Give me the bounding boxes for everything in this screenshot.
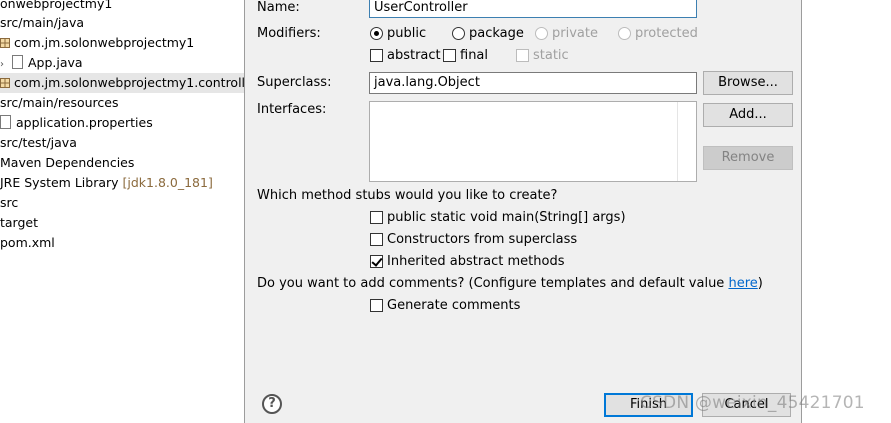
- tree-item-application-properties[interactable]: application.properties: [0, 113, 153, 133]
- tree-item-src[interactable]: src: [0, 193, 18, 213]
- chevron-right-icon[interactable]: ›: [0, 55, 10, 75]
- modifier-final-label: final: [460, 48, 489, 63]
- tree-item-label: JRE System Library: [0, 175, 123, 190]
- stub-constructors-checkbox[interactable]: [370, 233, 383, 246]
- modifier-public-radio[interactable]: [370, 27, 383, 40]
- configure-templates-link[interactable]: here: [728, 276, 757, 291]
- tree-item-target[interactable]: target: [0, 213, 38, 233]
- properties-file-icon: [0, 115, 11, 129]
- tree-item-app-java[interactable]: › App.java: [0, 53, 83, 73]
- project-explorer-tree: onwebprojectmy1 src/main/java com.jm.sol…: [0, 0, 244, 423]
- tree-item-package-root[interactable]: com.jm.solonwebprojectmy1: [0, 33, 194, 53]
- modifier-static-checkbox[interactable]: [516, 49, 529, 62]
- tree-item-label: com.jm.solonwebprojectmy1.controller: [14, 75, 244, 90]
- superclass-field[interactable]: java.lang.Object: [369, 72, 697, 94]
- tree-item-label: target: [0, 215, 39, 230]
- stub-main-label: public static void main(String[] args): [387, 210, 626, 225]
- stub-main-checkbox[interactable]: [370, 211, 383, 224]
- modifier-public-label: public: [387, 26, 427, 41]
- stub-constructors-label: Constructors from superclass: [387, 232, 578, 247]
- tree-item-label: src/main/java: [0, 15, 85, 30]
- package-icon: [0, 74, 10, 88]
- modifier-final-checkbox[interactable]: [443, 49, 456, 62]
- comments-question-text: Do you want to add comments? (Configure …: [257, 276, 729, 291]
- modifier-private-radio[interactable]: [535, 27, 548, 40]
- stub-inherited-abstract-label: Inherited abstract methods: [387, 254, 565, 269]
- tree-item-src-main-resources[interactable]: src/main/resources: [0, 93, 118, 113]
- tree-item-label: src/main/resources: [0, 95, 119, 110]
- stubs-question: Which method stubs would you like to cre…: [257, 188, 558, 203]
- modifier-abstract-checkbox[interactable]: [370, 49, 383, 62]
- modifier-static-label: static: [533, 48, 569, 63]
- stub-inherited-abstract-checkbox[interactable]: [370, 255, 383, 268]
- tree-item-jre-system-library[interactable]: JRE System Library [jdk1.8.0_181]: [0, 173, 213, 193]
- tree-item-src-main-java[interactable]: src/main/java: [0, 13, 84, 33]
- modifier-private-label: private: [552, 26, 598, 41]
- tree-item-label: pom.xml: [0, 235, 55, 250]
- tree-item-label: onwebprojectmy1: [0, 0, 113, 11]
- browse-button[interactable]: Browse...: [703, 71, 793, 95]
- tree-item-project[interactable]: onwebprojectmy1: [0, 0, 112, 14]
- tree-item-suffix: [jdk1.8.0_181]: [122, 175, 213, 190]
- interfaces-list[interactable]: [369, 101, 697, 182]
- tree-item-pom-xml[interactable]: pom.xml: [0, 233, 55, 253]
- comments-question: Do you want to add comments? (Configure …: [257, 276, 763, 291]
- name-field[interactable]: UserController: [369, 0, 697, 18]
- superclass-label: Superclass:: [257, 75, 332, 90]
- add-interface-button[interactable]: Add...: [703, 103, 793, 127]
- tree-item-label: App.java: [28, 55, 83, 70]
- tree-item-package-controller[interactable]: com.jm.solonwebprojectmy1.controller: [0, 73, 244, 93]
- tree-item-src-test-java[interactable]: src/test/java: [0, 133, 77, 153]
- package-icon: [0, 34, 10, 48]
- modifier-protected-label: protected: [635, 26, 698, 41]
- modifiers-label: Modifiers:: [257, 26, 321, 41]
- interfaces-label: Interfaces:: [257, 102, 327, 117]
- help-icon[interactable]: ?: [262, 394, 282, 414]
- tree-item-label: src: [0, 195, 19, 210]
- tree-item-maven-dependencies[interactable]: Maven Dependencies: [0, 153, 134, 173]
- generate-comments-label: Generate comments: [387, 298, 521, 313]
- name-label: Name:: [257, 0, 300, 15]
- modifier-package-label: package: [469, 26, 524, 41]
- new-java-class-dialog: Name: UserController Modifiers: public p…: [244, 0, 802, 423]
- tree-item-label: Maven Dependencies: [0, 155, 135, 170]
- generate-comments-checkbox[interactable]: [370, 299, 383, 312]
- java-file-icon: [12, 55, 23, 69]
- tree-item-label: com.jm.solonwebprojectmy1: [14, 35, 195, 50]
- modifier-package-radio[interactable]: [452, 27, 465, 40]
- tree-item-label: src/test/java: [0, 135, 77, 150]
- list-divider: [677, 102, 678, 181]
- comments-question-close: ): [757, 276, 763, 291]
- modifier-abstract-label: abstract: [387, 48, 441, 63]
- remove-interface-button[interactable]: Remove: [703, 146, 793, 170]
- tree-item-label: application.properties: [16, 115, 153, 130]
- modifier-protected-radio[interactable]: [618, 27, 631, 40]
- watermark-text: CSDN @weixin_45421701: [640, 393, 865, 413]
